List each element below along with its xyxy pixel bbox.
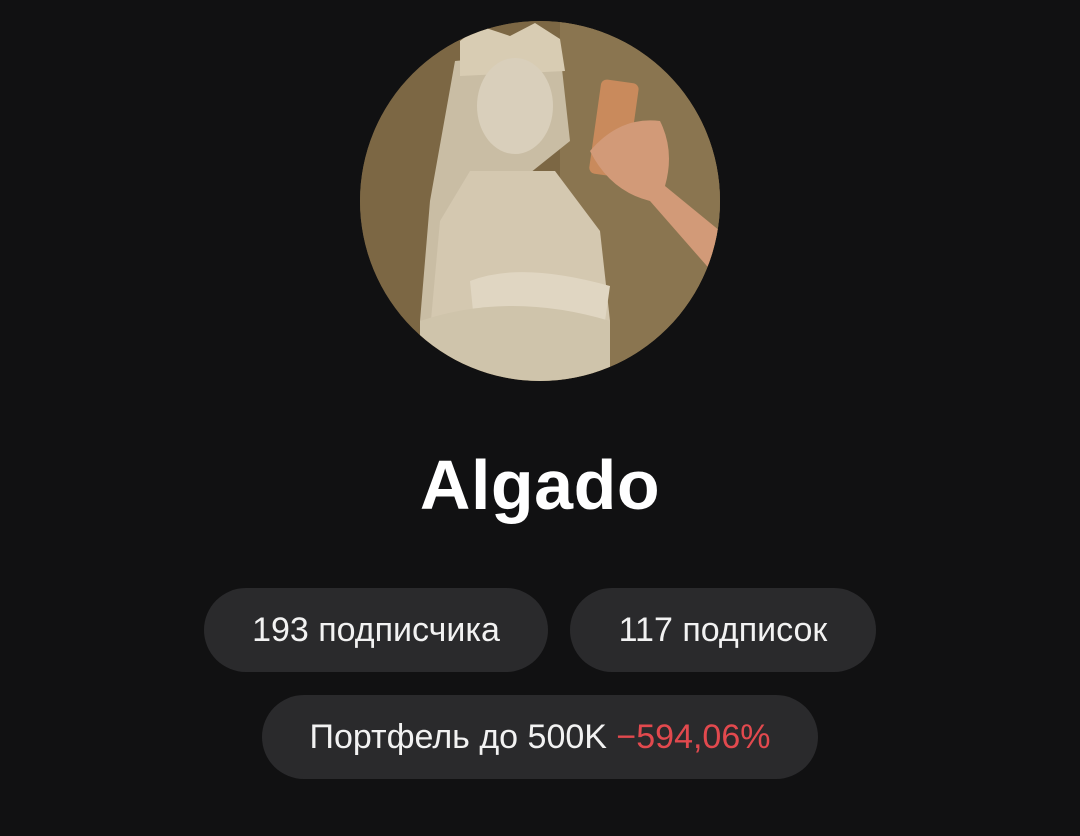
portfolio-button[interactable]: Портфель до 500K −594,06% [262, 695, 818, 779]
profile-username: Algado [419, 446, 661, 524]
followers-button[interactable]: 193 подписчика [204, 588, 548, 672]
following-button[interactable]: 117 подписок [570, 588, 876, 672]
portfolio-label: Портфель до 500K [309, 718, 607, 756]
statue-photo-avatar-icon [360, 21, 720, 381]
portfolio-change: −594,06% [616, 718, 771, 756]
avatar[interactable] [360, 21, 720, 381]
